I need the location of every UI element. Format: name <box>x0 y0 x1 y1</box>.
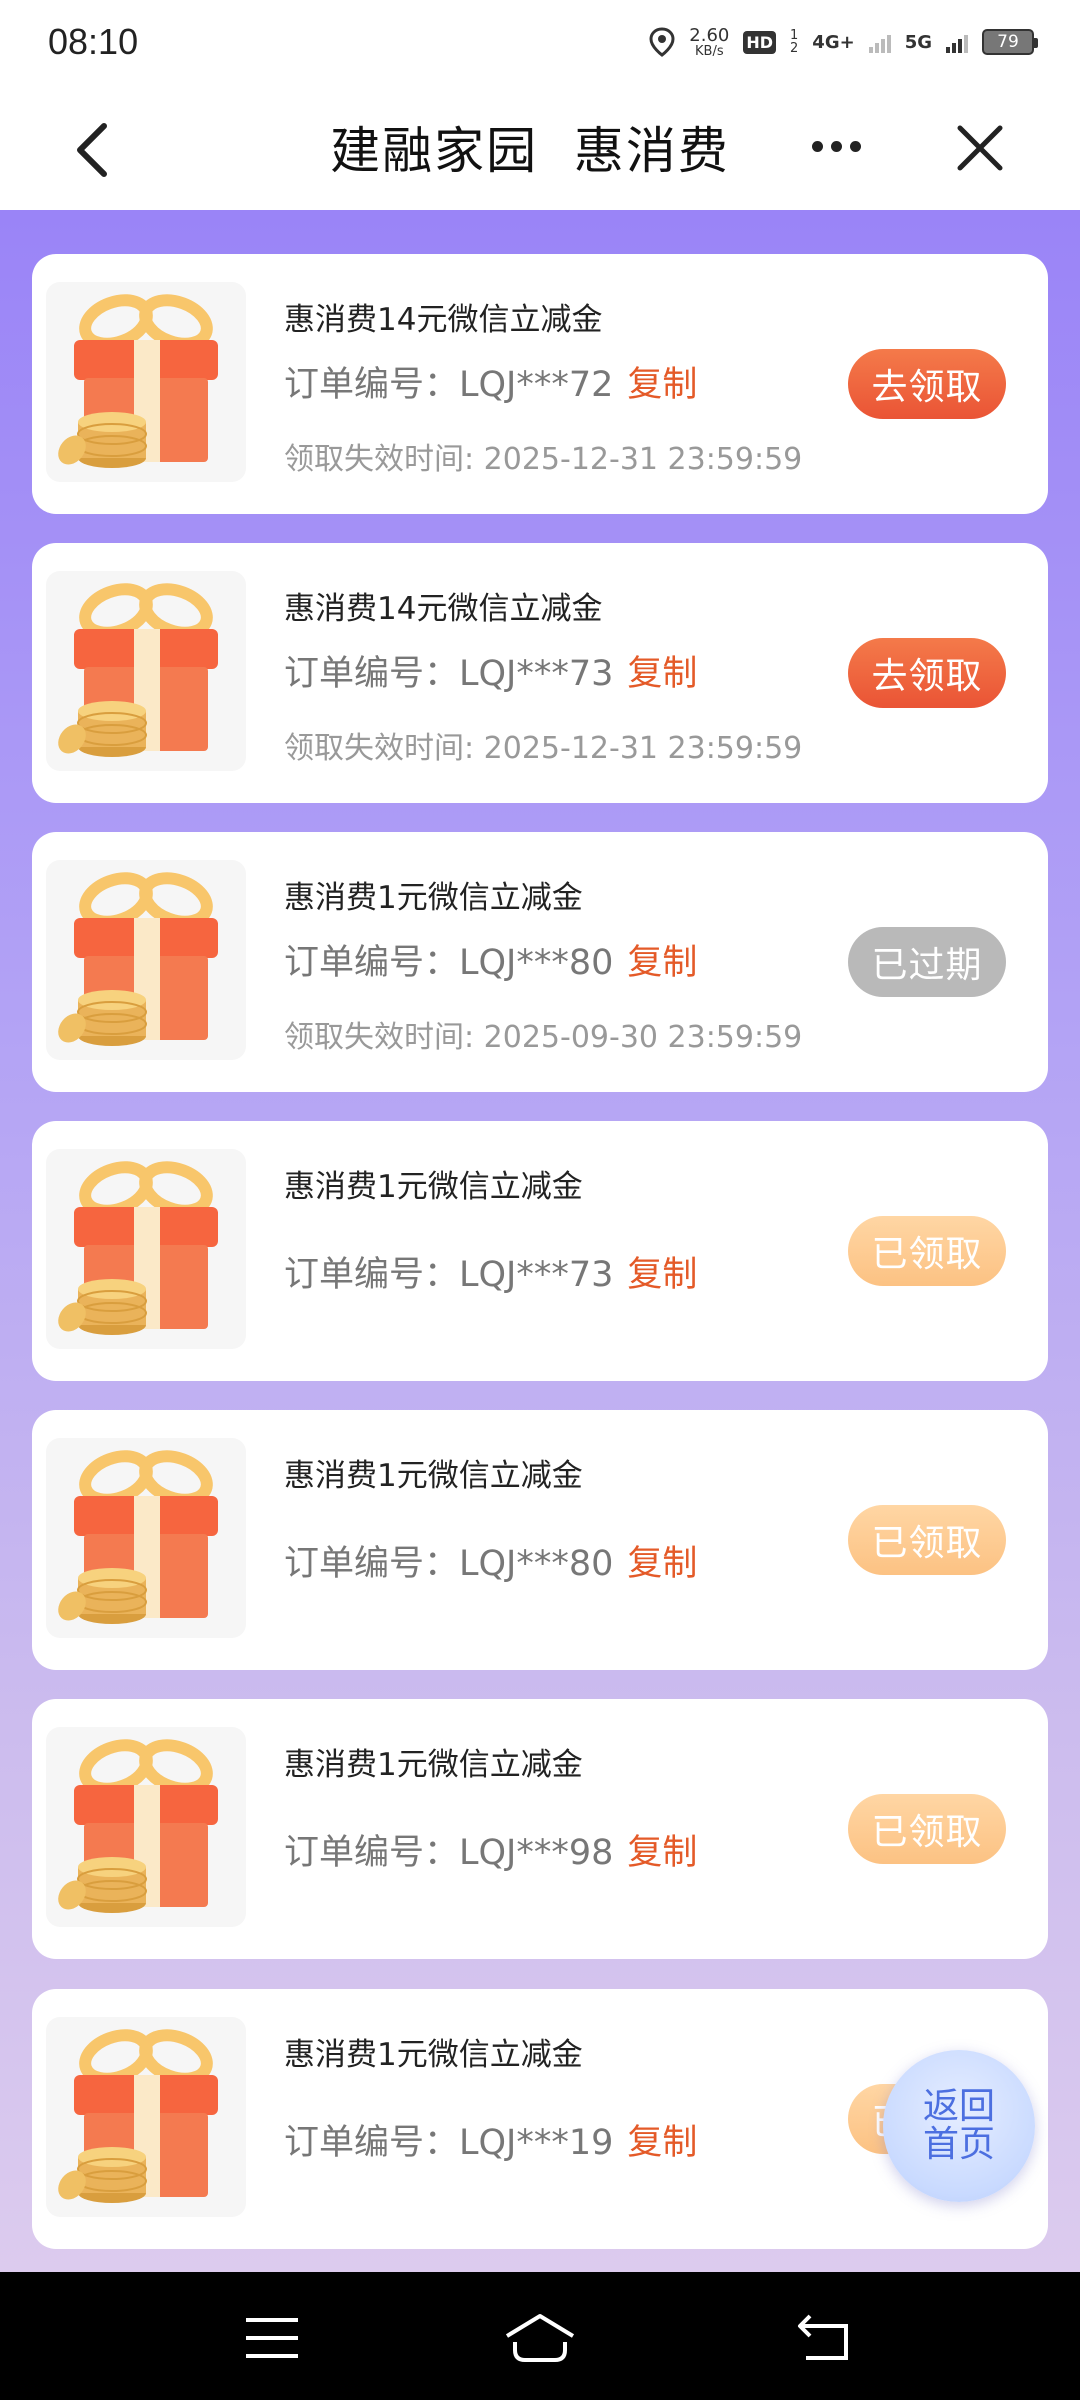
gift-coins-icon <box>46 282 246 482</box>
sim-indicator: 1 2 <box>790 29 798 55</box>
status-icons: 2.60 KB/s HD 1 2 4G+ 5G 79 <box>649 24 1038 59</box>
back-home-line2: 首页 <box>922 2124 995 2165</box>
home-icon[interactable] <box>503 2312 577 2364</box>
gift-coins-icon <box>46 2017 246 2217</box>
order-number: 订单编号：LQJ***73 复制 <box>284 645 697 696</box>
nav-header: 建融家园 惠消费 <box>0 84 1080 210</box>
coupon-card: 惠消费1元微信立减金 订单编号：LQJ***80 复制 已领取 <box>32 1410 1048 1670</box>
copy-button[interactable]: 复制 <box>627 2123 697 2163</box>
location-icon <box>649 27 675 57</box>
claim-button[interactable]: 去领取 <box>848 638 1006 708</box>
order-number-label: 订单编号：LQJ***73 <box>284 654 614 694</box>
order-number-label: 订单编号：LQJ***73 <box>284 1255 614 1295</box>
copy-button[interactable]: 复制 <box>627 654 697 694</box>
copy-button[interactable]: 复制 <box>627 1833 697 1873</box>
status-bar: 08:10 2.60 KB/s HD 1 2 4G+ 5G 79 <box>0 0 1080 84</box>
expire-time: 领取失效时间: 2025-12-31 23:59:59 <box>284 731 803 766</box>
order-number: 订单编号：LQJ***98 复制 <box>284 1824 697 1875</box>
coupon-title: 惠消费1元微信立减金 <box>284 2037 583 2073</box>
coupon-card: 惠消费14元微信立减金 订单编号：LQJ***72 复制 领取失效时间: 2025… <box>32 254 1048 514</box>
order-number: 订单编号：LQJ***80 复制 <box>284 934 697 985</box>
order-number: 订单编号：LQJ***72 复制 <box>284 356 697 407</box>
coupon-title: 惠消费1元微信立减金 <box>284 1747 583 1783</box>
gift-coins-icon <box>46 860 246 1060</box>
copy-button[interactable]: 复制 <box>627 1255 697 1295</box>
page-title: 建融家园 惠消费 <box>330 122 730 180</box>
order-number: 订单编号：LQJ***19 复制 <box>284 2114 697 2165</box>
expire-time: 领取失效时间: 2025-12-31 23:59:59 <box>284 442 803 477</box>
copy-button[interactable]: 复制 <box>627 1544 697 1584</box>
claimed-button: 已领取 <box>848 1794 1006 1864</box>
close-icon[interactable] <box>954 122 1006 174</box>
gift-coins-icon <box>46 1727 246 1927</box>
gift-coins-icon <box>46 1149 246 1349</box>
coupon-card: 惠消费1元微信立减金 订单编号：LQJ***98 复制 已领取 <box>32 1699 1048 1959</box>
coupon-title: 惠消费1元微信立减金 <box>284 1169 583 1205</box>
coupon-title: 惠消费14元微信立减金 <box>284 302 603 338</box>
copy-button[interactable]: 复制 <box>627 365 697 405</box>
coupon-card: 惠消费14元微信立减金 订单编号：LQJ***73 复制 领取失效时间: 2025… <box>32 543 1048 803</box>
order-number: 订单编号：LQJ***73 复制 <box>284 1246 697 1297</box>
coupon-title: 惠消费1元微信立减金 <box>284 1458 583 1494</box>
order-number-label: 订单编号：LQJ***80 <box>284 943 614 983</box>
claim-button[interactable]: 去领取 <box>848 349 1006 419</box>
order-number-label: 订单编号：LQJ***19 <box>284 2123 614 2163</box>
order-number-label: 订单编号：LQJ***72 <box>284 365 614 405</box>
coupon-card: 惠消费1元微信立减金 订单编号：LQJ***73 复制 已领取 <box>32 1121 1048 1381</box>
more-dots-icon[interactable] <box>812 134 872 158</box>
menu-icon[interactable] <box>242 2312 302 2364</box>
gift-coins-icon <box>46 1438 246 1638</box>
battery-icon: 79 <box>982 29 1038 55</box>
system-nav-bar <box>0 2272 1080 2400</box>
status-time: 08:10 <box>48 21 139 62</box>
return-icon[interactable] <box>796 2312 856 2364</box>
back-home-button[interactable]: 返回 首页 <box>883 2050 1035 2202</box>
sim2-label: 2 <box>790 41 799 56</box>
net-speed-value: 2.60 <box>689 24 730 46</box>
chevron-left-icon[interactable] <box>70 120 120 180</box>
network-type-1: 4G+ <box>812 31 855 53</box>
net-speed-unit: KB/s <box>695 43 724 59</box>
coupon-title: 惠消费1元微信立减金 <box>284 880 583 916</box>
expired-button: 已过期 <box>848 927 1006 997</box>
coupon-title: 惠消费14元微信立减金 <box>284 591 603 627</box>
back-home-line1: 返回 <box>922 2086 995 2128</box>
expire-time: 领取失效时间: 2025-09-30 23:59:59 <box>284 1020 803 1055</box>
claimed-button: 已领取 <box>848 1216 1006 1286</box>
copy-button[interactable]: 复制 <box>627 943 697 983</box>
coupon-card: 惠消费1元微信立减金 订单编号：LQJ***80 复制 领取失效时间: 2025-… <box>32 832 1048 1092</box>
hd-icon: HD <box>743 30 777 54</box>
gift-coins-icon <box>46 571 246 771</box>
coupon-list: 惠消费14元微信立减金 订单编号：LQJ***72 复制 领取失效时间: 2025… <box>0 210 1080 2272</box>
signal-bars-2-icon <box>946 31 968 53</box>
order-number-label: 订单编号：LQJ***98 <box>284 1833 614 1873</box>
order-number: 订单编号：LQJ***80 复制 <box>284 1535 697 1586</box>
signal-bars-1-icon <box>868 31 891 53</box>
claimed-button: 已领取 <box>848 1505 1006 1575</box>
network-type-2: 5G <box>904 31 932 53</box>
order-number-label: 订单编号：LQJ***80 <box>284 1544 614 1584</box>
net-speed: 2.60 KB/s <box>689 24 730 59</box>
